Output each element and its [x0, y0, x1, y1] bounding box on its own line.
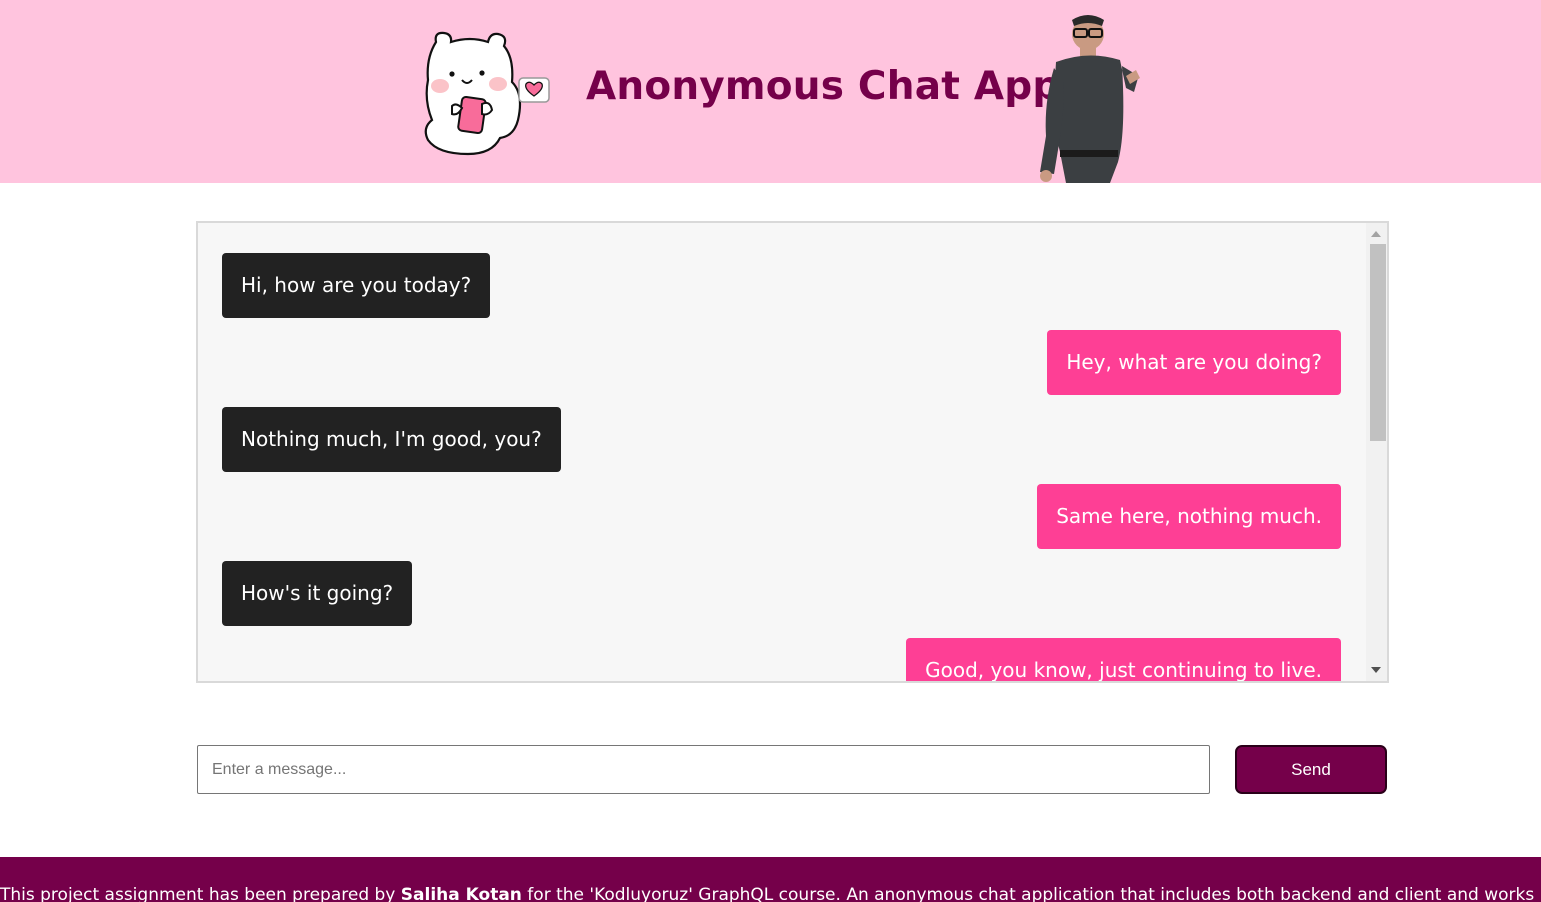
- scroll-up-arrow-icon[interactable]: [1371, 231, 1381, 237]
- footer-author: Saliha Kotan: [400, 885, 522, 902]
- message-sent: Same here, nothing much.: [1037, 484, 1341, 549]
- message-sent: Good, you know, just continuing to live.: [906, 638, 1341, 681]
- man-pointing-image: [1040, 15, 1140, 183]
- message-sent: Hey, what are you doing?: [1047, 330, 1341, 395]
- app-title: Anonymous Chat App: [586, 64, 1061, 109]
- send-button[interactable]: Send: [1235, 745, 1387, 794]
- footer-text: This project assignment has been prepare…: [0, 885, 1541, 902]
- message-received: How's it going?: [222, 561, 413, 626]
- header: Anonymous Chat App: [0, 0, 1541, 183]
- bear-with-phone-icon: [424, 31, 550, 156]
- message-received: Hi, how are you today?: [222, 253, 491, 318]
- scroll-thumb[interactable]: [1370, 244, 1386, 441]
- footer-text-before: This project assignment has been prepare…: [0, 885, 401, 902]
- message-received: Nothing much, I'm good, you?: [222, 407, 561, 472]
- footer: This project assignment has been prepare…: [0, 857, 1541, 902]
- chat-messages-panel[interactable]: Hi, how are you today? Hey, what are you…: [196, 221, 1389, 683]
- scroll-down-arrow-icon[interactable]: [1371, 667, 1381, 673]
- message-input[interactable]: [197, 745, 1210, 794]
- footer-text-after: for the 'Kodluyoruz' GraphQL course. An …: [527, 885, 1541, 902]
- chat-scrollbar[interactable]: [1366, 223, 1387, 681]
